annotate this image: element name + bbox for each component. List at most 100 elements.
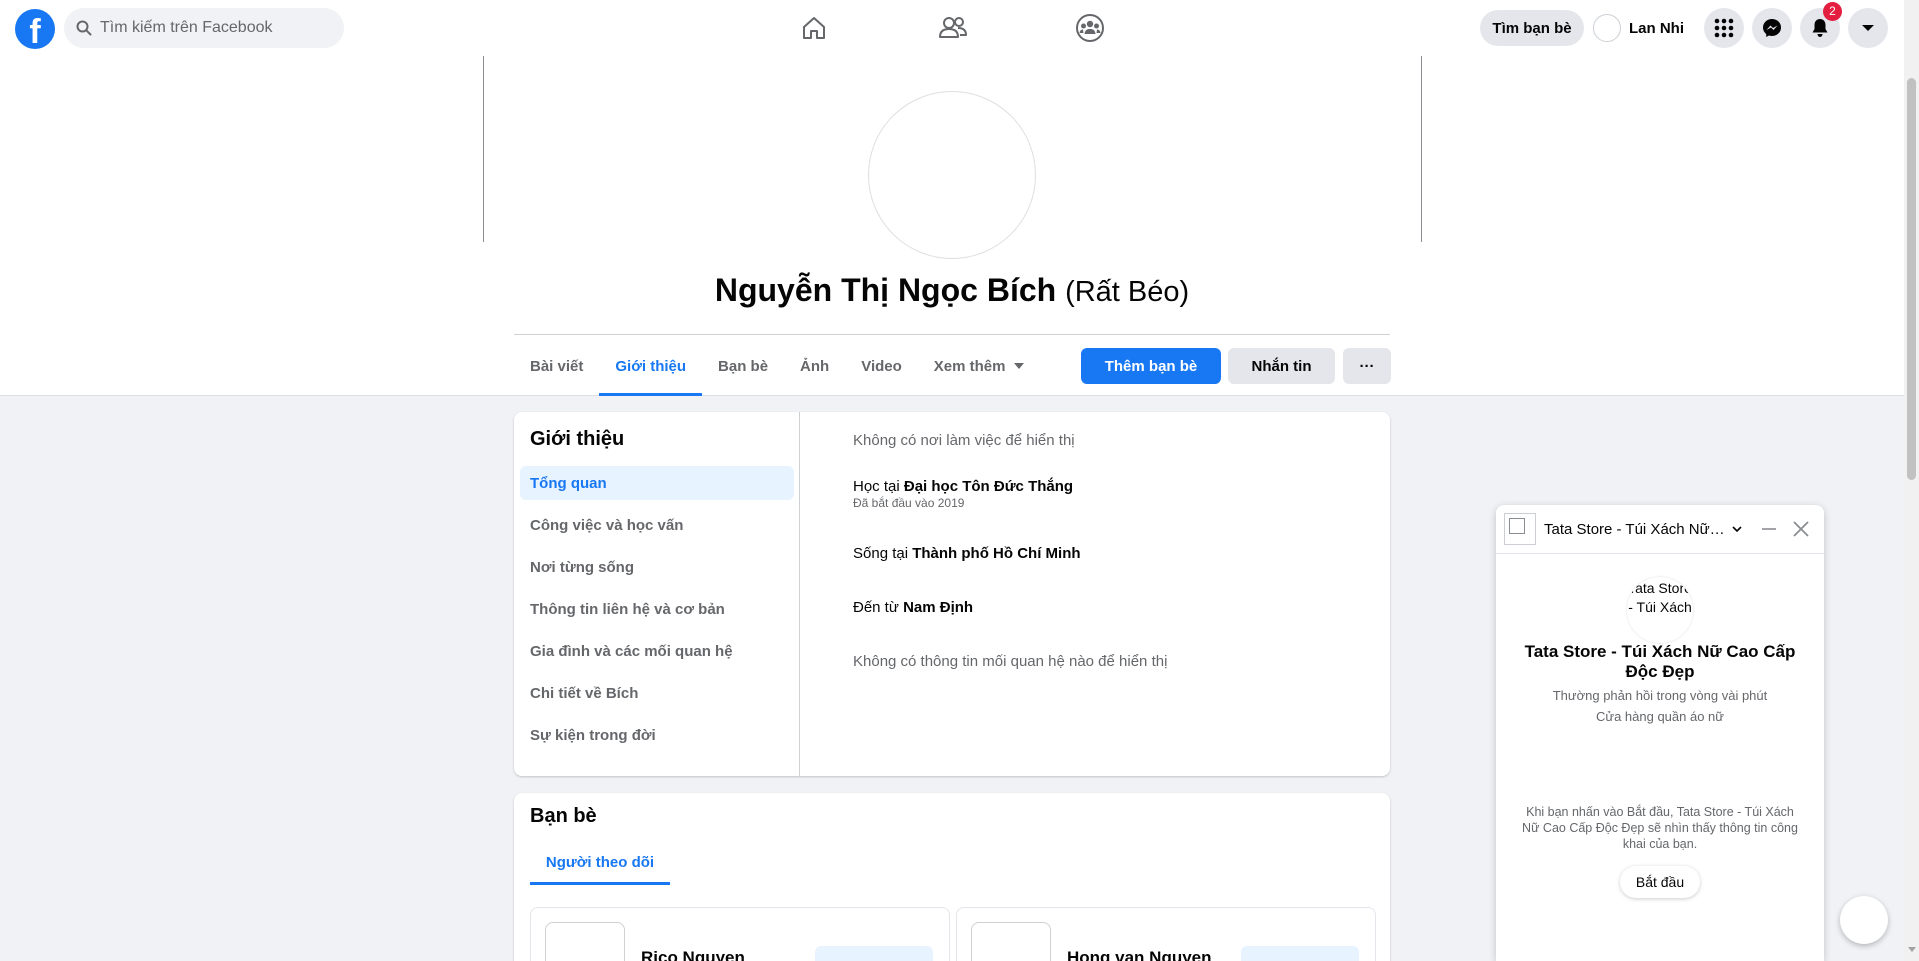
about-title: Giới thiệu: [530, 428, 625, 450]
about-menu-places-lived[interactable]: Nơi từng sống: [520, 550, 794, 584]
grid-icon: [1714, 18, 1734, 38]
scrollbar-thumb[interactable]: [1907, 78, 1916, 480]
chat-consent-note: Khi bạn nhấn vào Bắt đầu, Tata Store - T…: [1522, 805, 1798, 851]
start-button[interactable]: Bắt đầu: [1620, 866, 1700, 898]
cover-border-left: [483, 56, 484, 242]
from-place-link[interactable]: Nam Định: [903, 599, 973, 616]
chevron-down-icon: [1013, 363, 1024, 369]
notifications-button[interactable]: 2: [1800, 2, 1842, 48]
account-menu-button[interactable]: [1848, 8, 1888, 48]
friend-name[interactable]: Hong van Nguyen: [1067, 948, 1212, 961]
search-icon: [76, 20, 92, 36]
messenger-button[interactable]: [1752, 8, 1792, 48]
live-place-link[interactable]: Thành phố Hồ Chí Minh: [912, 545, 1080, 562]
message-label: Nhắn tin: [1251, 357, 1312, 375]
chevron-down-icon[interactable]: [1730, 519, 1744, 539]
friend-tile[interactable]: Rico Nguyen: [530, 907, 950, 961]
avatar: [1593, 14, 1621, 42]
chat-page-category: Cửa hàng quần áo nữ: [1595, 709, 1724, 724]
chat-title[interactable]: Tata Store - Túi Xách Nữ Cao Cấp Độc Đẹp: [1544, 521, 1726, 538]
profile-shortcut[interactable]: Lan Nhi: [1593, 12, 1684, 44]
header-divider: [514, 334, 1390, 335]
friends-title: Bạn bè: [530, 805, 597, 827]
no-relationship-text: Không có thông tin mối quan hệ nào để hi…: [853, 653, 1168, 670]
friend-tile[interactable]: Hong van Nguyen: [956, 907, 1376, 961]
live-prefix: Sống tại: [853, 545, 909, 562]
logo-letter: f: [29, 13, 41, 49]
chat-page-avatar: [1504, 513, 1536, 545]
close-icon[interactable]: [1790, 518, 1812, 540]
chat-page-name: Tata Store - Túi Xách Nữ Cao Cấp Độc Đẹp: [1524, 642, 1796, 681]
chat-header[interactable]: Tata Store - Túi Xách Nữ Cao Cấp Độc Đẹp: [1496, 505, 1824, 554]
no-work-text: Không có nơi làm việc để hiển thị: [853, 432, 1075, 449]
tab-more[interactable]: Xem thêm: [918, 336, 1040, 396]
tab-posts[interactable]: Bài viết: [514, 336, 599, 396]
about-menu-overview[interactable]: Tổng quan: [520, 466, 794, 500]
chat-window: Tata Store - Túi Xách Nữ Cao Cấp Độc Đẹp…: [1496, 505, 1824, 961]
caret-down-icon: [1862, 25, 1874, 31]
about-menu-contact-basic[interactable]: Thông tin liên hệ và cơ bản: [520, 592, 794, 626]
friends-icon[interactable]: [937, 12, 969, 44]
about-menu-label: Chi tiết về Bích: [530, 684, 639, 702]
home-icon[interactable]: [798, 12, 830, 44]
about-menu-label: Tổng quan: [530, 474, 607, 492]
start-label: Bắt đầu: [1635, 874, 1685, 890]
bell-icon: [1812, 19, 1828, 37]
profile-picture[interactable]: [868, 91, 1036, 259]
chat-response-time: Thường phản hồi trong vòng vài phút: [1552, 688, 1768, 703]
minimize-icon[interactable]: [1760, 519, 1778, 539]
chat-avatar-alt-text: Tata Store - Túi Xách: [1628, 580, 1692, 615]
about-menu-details[interactable]: Chi tiết về Bích: [520, 676, 794, 710]
tab-label: Giới thiệu: [615, 357, 687, 375]
study-row: Học tại Đại học Tôn Đức Thắng: [853, 478, 1073, 495]
friend-action-button[interactable]: [815, 946, 933, 961]
about-menu-work-education[interactable]: Công việc và học vấn: [520, 508, 794, 542]
about-menu-family-relationships[interactable]: Gia đình và các mối quan hệ: [520, 634, 794, 668]
tab-label: Xem thêm: [933, 357, 1006, 375]
tab-friends[interactable]: Bạn bè: [702, 336, 784, 396]
from-row: Đến từ Nam Định: [853, 599, 973, 616]
more-options-button[interactable]: ···: [1343, 348, 1391, 384]
tab-label: Bạn bè: [718, 357, 769, 375]
message-button[interactable]: Nhắn tin: [1228, 348, 1335, 384]
scroll-down-icon[interactable]: [1908, 947, 1916, 952]
about-menu-label: Sự kiện trong đời: [530, 726, 656, 744]
search-box[interactable]: [64, 8, 344, 48]
friend-thumbnail[interactable]: [971, 922, 1051, 961]
tab-label: Bài viết: [530, 357, 584, 375]
about-menu-label: Công việc và học vấn: [530, 516, 684, 534]
groups-icon[interactable]: [1074, 12, 1106, 44]
study-place-link[interactable]: Đại học Tôn Đức Thắng: [904, 478, 1073, 495]
friends-card: Bạn bè Người theo dõi Rico Nguyen Hong v…: [514, 793, 1390, 961]
live-row: Sống tại Thành phố Hồ Chí Minh: [853, 545, 1081, 562]
tab-photos[interactable]: Ảnh: [784, 336, 845, 396]
about-menu-label: Nơi từng sống: [530, 558, 635, 576]
about-card: Giới thiệu Tổng quan Công việc và học vấ…: [514, 412, 1390, 776]
tab-followers[interactable]: Người theo dõi: [530, 839, 670, 885]
friend-thumbnail[interactable]: [545, 922, 625, 961]
add-friend-label: Thêm bạn bè: [1104, 357, 1198, 375]
find-friends-button[interactable]: Tìm bạn bè: [1480, 10, 1584, 46]
cover-border-right: [1421, 56, 1422, 242]
friend-name[interactable]: Rico Nguyen: [641, 948, 745, 961]
from-prefix: Đến từ: [853, 599, 899, 616]
facebook-logo-icon[interactable]: f: [15, 9, 55, 49]
about-menu-label: Thông tin liên hệ và cơ bản: [530, 600, 725, 618]
add-friend-button[interactable]: Thêm bạn bè: [1081, 348, 1221, 384]
tab-about[interactable]: Giới thiệu: [599, 336, 702, 396]
friend-action-button[interactable]: [1241, 946, 1359, 961]
tab-label: Video: [861, 357, 902, 375]
search-input[interactable]: [100, 19, 320, 37]
profile-name-text: Nguyễn Thị Ngọc Bích: [714, 272, 1057, 308]
notification-badge: 2: [1823, 2, 1842, 21]
profile-alternate-name: (Rất Béo): [1065, 276, 1190, 308]
menu-grid-button[interactable]: [1704, 8, 1744, 48]
about-menu-life-events[interactable]: Sự kiện trong đời: [520, 718, 794, 752]
page-scrollbar[interactable]: [1904, 0, 1919, 961]
new-message-button[interactable]: [1840, 896, 1888, 944]
tab-videos[interactable]: Video: [845, 336, 918, 396]
profile-name: Nguyễn Thị Ngọc Bích (Rất Béo): [514, 272, 1390, 309]
about-sidebar: Giới thiệu Tổng quan Công việc và học vấ…: [514, 412, 800, 776]
messenger-icon: [1763, 19, 1781, 37]
followers-tab-label: Người theo dõi: [545, 853, 655, 871]
